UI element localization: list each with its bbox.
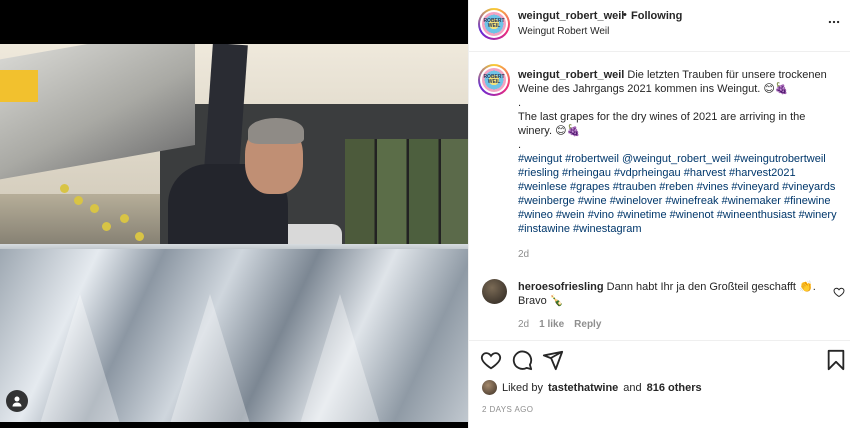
comment-likes[interactable]: 1 like <box>539 319 564 330</box>
header-username[interactable]: weingut_robert_weil <box>518 10 624 22</box>
header-location[interactable]: Weingut Robert Weil <box>518 26 609 37</box>
caption-text: weingut_robert_weil Die letzten Trauben … <box>518 68 840 236</box>
likes-and: and <box>623 381 642 394</box>
caption-hashtags[interactable]: #weingut #robertweil @weingut_robert_wei… <box>518 152 840 236</box>
share-icon[interactable] <box>542 349 564 371</box>
header-avatar[interactable]: ROBERT WEIL <box>478 8 510 40</box>
photo-sticker <box>0 70 38 102</box>
caption-dot-2: . <box>518 139 522 151</box>
comment-meta: 2d 1 like Reply <box>518 319 601 330</box>
comment-username[interactable]: heroesofriesling <box>518 281 604 293</box>
caption-username[interactable]: weingut_robert_weil <box>518 69 624 81</box>
post-photo[interactable] <box>0 0 468 428</box>
bookmark-icon[interactable] <box>825 349 847 371</box>
comment-time[interactable]: 2d <box>518 319 529 330</box>
likes-prefix: Liked by <box>502 381 543 394</box>
more-horizontal-icon <box>828 20 840 24</box>
comment-text: heroesofriesling Dann habt Ihr ja den Gr… <box>518 280 828 308</box>
caption-time[interactable]: 2d <box>518 249 529 260</box>
photo-man-hair <box>248 118 304 144</box>
caption-avatar[interactable]: ROBERT WEIL <box>478 64 510 96</box>
commenter-avatar[interactable] <box>482 279 507 304</box>
person-icon <box>12 396 22 407</box>
liker-avatar[interactable] <box>482 380 497 395</box>
comment-item: heroesofriesling Dann habt Ihr ja den Gr… <box>469 275 850 335</box>
likes-others[interactable]: 816 others <box>647 382 702 394</box>
heart-icon[interactable] <box>480 349 502 371</box>
user-tags-button[interactable] <box>6 390 28 412</box>
likes-user[interactable]: tastethatwine <box>548 382 618 394</box>
weingut-logo-icon: ROBERT WEIL <box>482 12 506 36</box>
more-options-button[interactable] <box>826 14 842 30</box>
header-separator-dot: • <box>623 9 627 21</box>
post-details-panel: ROBERT WEIL weingut_robert_weil • Followi… <box>468 0 850 428</box>
post-header: ROBERT WEIL weingut_robert_weil • Followi… <box>469 0 850 52</box>
post-image[interactable] <box>0 44 468 422</box>
weingut-logo-icon: ROBERT WEIL <box>482 68 506 92</box>
posted-time[interactable]: 2 DAYS AGO <box>482 405 533 414</box>
comment-like-heart-icon[interactable] <box>833 286 845 298</box>
photo-windows <box>345 139 468 249</box>
likes-summary: Liked by tastethatwine and 816 others <box>482 380 702 395</box>
following-button[interactable]: Following <box>631 10 682 22</box>
comment-reply-button[interactable]: Reply <box>574 319 601 330</box>
comment-icon[interactable] <box>511 349 533 371</box>
caption-section: ROBERT WEIL weingut_robert_weil Die letzt… <box>469 52 850 270</box>
caption-dot-1: . <box>518 97 522 109</box>
caption-english: The last grapes for the dry wines of 202… <box>518 111 806 137</box>
action-bar <box>469 340 850 378</box>
